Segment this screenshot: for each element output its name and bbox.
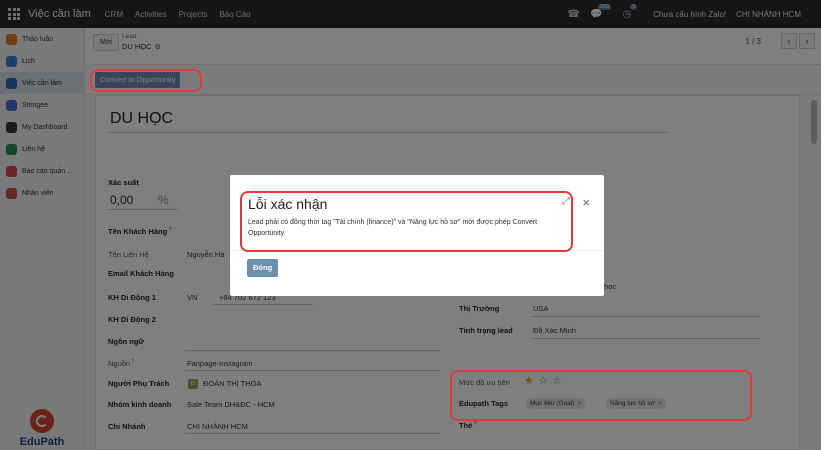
close-dialog-button[interactable]: Đóng xyxy=(247,259,279,277)
highlight-convert xyxy=(90,69,202,92)
highlight-priority-tags xyxy=(450,370,752,421)
close-icon[interactable]: × xyxy=(582,196,590,209)
highlight-message xyxy=(240,191,573,252)
